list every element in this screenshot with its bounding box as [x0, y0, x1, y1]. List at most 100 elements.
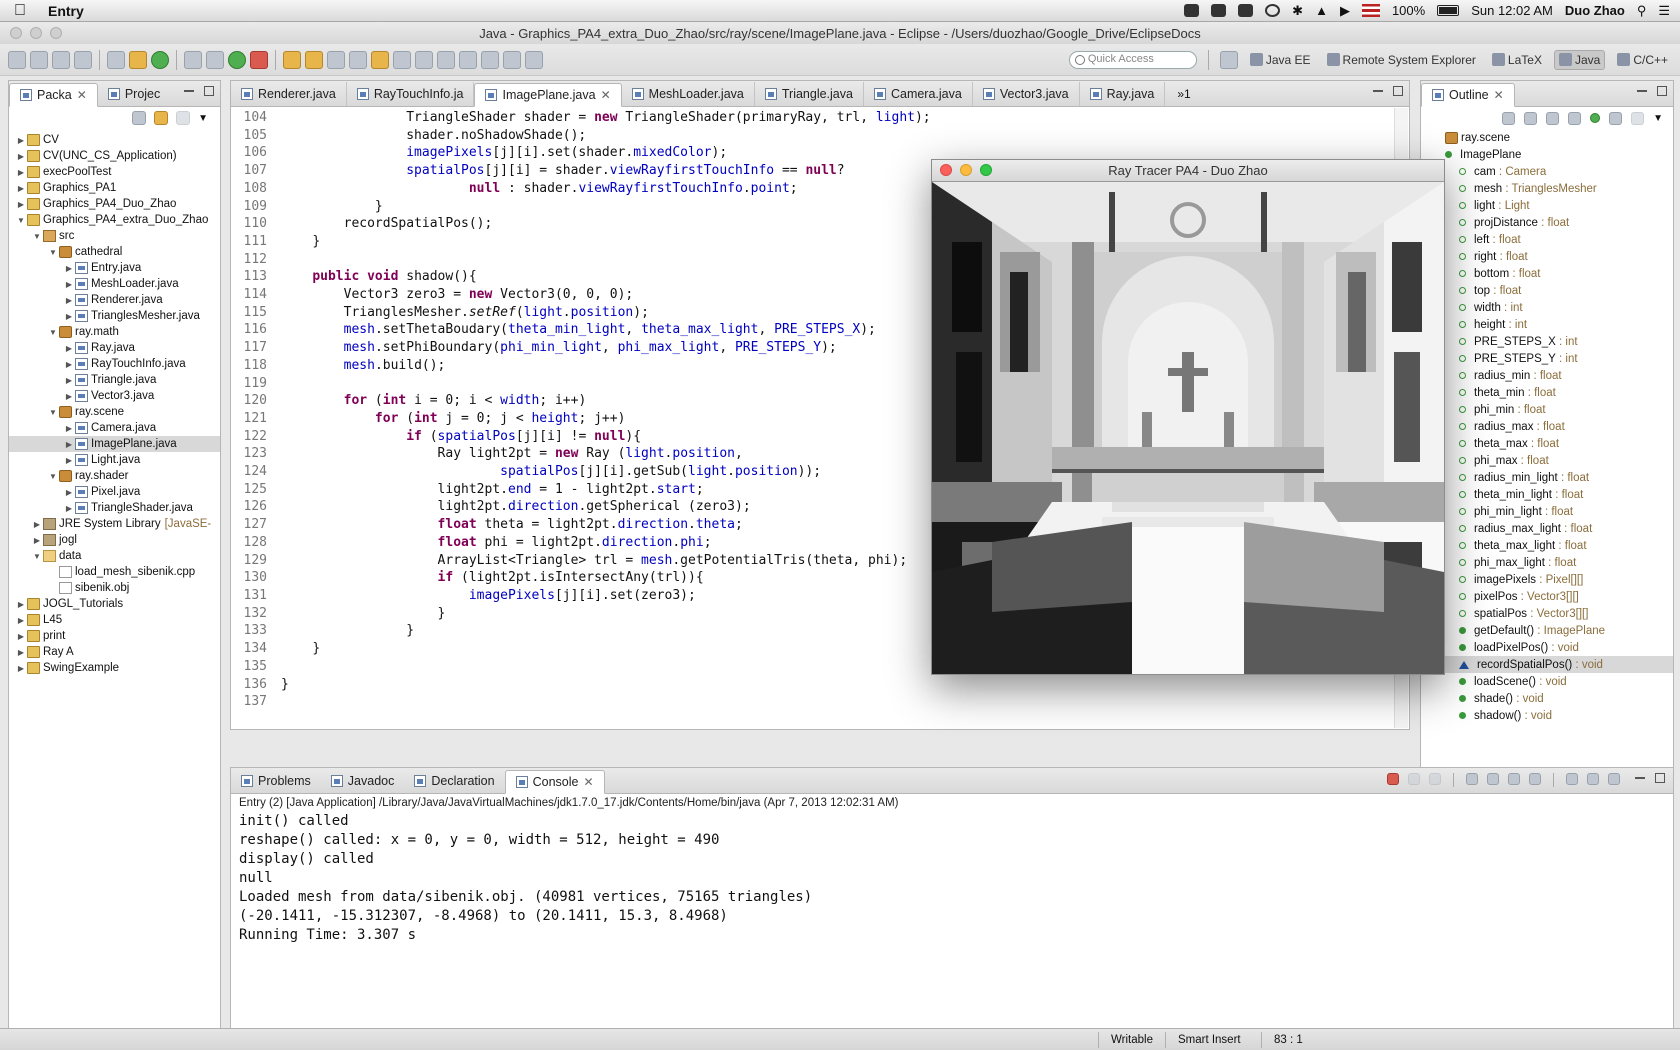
tab-console[interactable]: Console ✕ [504, 770, 605, 794]
outline-item[interactable]: radius_max : float [1421, 418, 1673, 435]
tree-item[interactable]: ▼ src [9, 228, 220, 244]
tree-item[interactable]: ▶ jogl [9, 532, 220, 548]
terminate-icon[interactable] [1387, 773, 1399, 785]
pin-editor-icon[interactable] [525, 50, 543, 69]
outline-item[interactable]: shade() : void [1421, 690, 1673, 707]
run-icon[interactable] [228, 50, 246, 69]
save-all-icon[interactable] [52, 50, 70, 69]
outline-item[interactable]: cam : Camera [1421, 163, 1673, 180]
outline-item[interactable]: mesh : TrianglesMesher [1421, 180, 1673, 197]
outline-item[interactable]: phi_max : float [1421, 452, 1673, 469]
outline-item[interactable]: phi_min : float [1421, 401, 1673, 418]
twisty-icon[interactable]: ▶ [15, 600, 27, 609]
google-drive-icon[interactable] [1211, 4, 1227, 17]
run-external-tools-icon[interactable] [250, 50, 268, 69]
tab-javadoc[interactable]: Javadoc [321, 769, 405, 793]
editor-tab[interactable]: MeshLoader.java [622, 82, 755, 106]
twisty-icon[interactable]: ▶ [15, 648, 27, 657]
tab-package-explorer[interactable]: Packa ✕ [9, 83, 98, 107]
remove-all-launches-icon[interactable] [1429, 773, 1441, 785]
tab-outline[interactable]: Outline ✕ [1421, 83, 1515, 107]
twisty-icon[interactable]: ▶ [63, 264, 75, 273]
debug-icon[interactable] [206, 50, 224, 69]
print-icon[interactable] [74, 50, 92, 69]
tree-item[interactable]: ▶ Triangle.java [9, 372, 220, 388]
minimize-icon[interactable] [184, 90, 194, 92]
editor-tab[interactable]: Vector3.java [973, 82, 1080, 106]
link-with-editor-icon[interactable] [154, 111, 169, 125]
tree-item[interactable]: ▶ print [9, 628, 220, 644]
app-status-icon[interactable] [1184, 4, 1200, 17]
twisty-icon[interactable]: ▶ [63, 392, 75, 401]
editor-tab[interactable]: Ray.java [1080, 82, 1166, 106]
collapse-all-icon[interactable] [1502, 111, 1516, 125]
volume-icon[interactable]: ▶ [1340, 3, 1350, 19]
outline-item[interactable]: loadPixelPos() : void [1421, 639, 1673, 656]
ray-tracer-zoom-button[interactable] [980, 164, 992, 176]
hide-static-icon[interactable] [1568, 111, 1582, 125]
twisty-icon[interactable]: ▶ [15, 152, 27, 161]
battery-percent[interactable]: 100% [1392, 3, 1425, 18]
toggle-mark-occurrences-icon[interactable] [349, 50, 367, 69]
sort-icon[interactable] [1524, 111, 1538, 125]
outline-item[interactable]: pixelPos : Vector3[][] [1421, 588, 1673, 605]
open-type-icon[interactable] [283, 50, 301, 69]
tree-item[interactable]: ▶ Graphics_PA1 [9, 180, 220, 196]
twisty-icon[interactable]: ▶ [15, 136, 27, 145]
hide-non-public-icon[interactable] [1590, 113, 1601, 123]
open-perspective-icon[interactable] [1219, 50, 1238, 69]
twisty-icon[interactable]: ▶ [63, 360, 75, 369]
tree-item[interactable]: ▶ Vector3.java [9, 388, 220, 404]
twisty-icon[interactable]: ▼ [47, 472, 59, 481]
twisty-icon[interactable]: ▶ [63, 504, 75, 513]
quick-access-input[interactable]: Quick Access [1068, 50, 1197, 69]
save-icon[interactable] [30, 50, 48, 69]
collapse-all-icon[interactable] [132, 111, 147, 125]
twisty-icon[interactable]: ▼ [47, 248, 59, 257]
outline-item[interactable]: theta_max : float [1421, 435, 1673, 452]
hide-local-types-icon[interactable] [1609, 111, 1623, 125]
outline-item[interactable]: shadow() : void [1421, 707, 1673, 724]
perspective-java-ee[interactable]: Java EE [1246, 51, 1315, 69]
tree-item[interactable]: ▼ Graphics_PA4_extra_Duo_Zhao [9, 212, 220, 228]
outline-item[interactable]: loadScene() : void [1421, 673, 1673, 690]
tree-item[interactable]: ▼ ray.scene [9, 404, 220, 420]
outline-item[interactable]: phi_max_light : float [1421, 554, 1673, 571]
forward-icon[interactable] [503, 50, 521, 69]
outline-item[interactable]: PRE_STEPS_X : int [1421, 333, 1673, 350]
outline-item[interactable]: projDistance : float [1421, 214, 1673, 231]
display-selected-console-icon[interactable] [1587, 773, 1599, 785]
pin-console-icon[interactable] [1566, 773, 1578, 785]
focus-icon[interactable] [176, 111, 191, 125]
build-icon[interactable] [107, 50, 125, 69]
tree-item[interactable]: ▶ Ray A [9, 644, 220, 660]
tree-item[interactable]: ▶ Light.java [9, 452, 220, 468]
block-selection-icon[interactable] [415, 50, 433, 69]
outline-item[interactable]: radius_min : float [1421, 367, 1673, 384]
tree-item[interactable]: ▶ JOGL_Tutorials [9, 596, 220, 612]
notification-center-icon[interactable]: ☰ [1658, 3, 1670, 19]
twisty-icon[interactable]: ▶ [63, 344, 75, 353]
close-window-button[interactable] [10, 27, 22, 39]
tree-item[interactable]: ▶ L45 [9, 612, 220, 628]
editor-tab[interactable]: RayTouchInfo.ja [347, 82, 475, 106]
app-menu[interactable]: Entry [40, 3, 92, 19]
new-package-icon[interactable] [129, 50, 147, 69]
next-annotation-icon[interactable] [437, 50, 455, 69]
maximize-icon[interactable] [1655, 773, 1665, 783]
highlight-icon[interactable] [371, 50, 389, 69]
editor-tab[interactable]: Camera.java [864, 82, 973, 106]
minimize-icon[interactable] [1635, 777, 1645, 779]
time-machine-icon[interactable] [1265, 4, 1281, 17]
outline-item[interactable]: spatialPos : Vector3[][] [1421, 605, 1673, 622]
spotlight-search-icon[interactable]: ⚲ [1637, 3, 1647, 19]
battery-icon[interactable] [1437, 5, 1460, 16]
outline-item[interactable]: theta_min : float [1421, 384, 1673, 401]
outline-item[interactable]: width : int [1421, 299, 1673, 316]
outline-item[interactable]: imagePixels : Pixel[][] [1421, 571, 1673, 588]
view-menu-icon[interactable]: ▼ [198, 113, 208, 124]
outline-item[interactable]: recordSpatialPos() : void [1421, 656, 1673, 673]
twisty-icon[interactable]: ▼ [31, 232, 43, 241]
zoom-window-button[interactable] [50, 27, 62, 39]
ray-tracer-minimize-button[interactable] [960, 164, 972, 176]
